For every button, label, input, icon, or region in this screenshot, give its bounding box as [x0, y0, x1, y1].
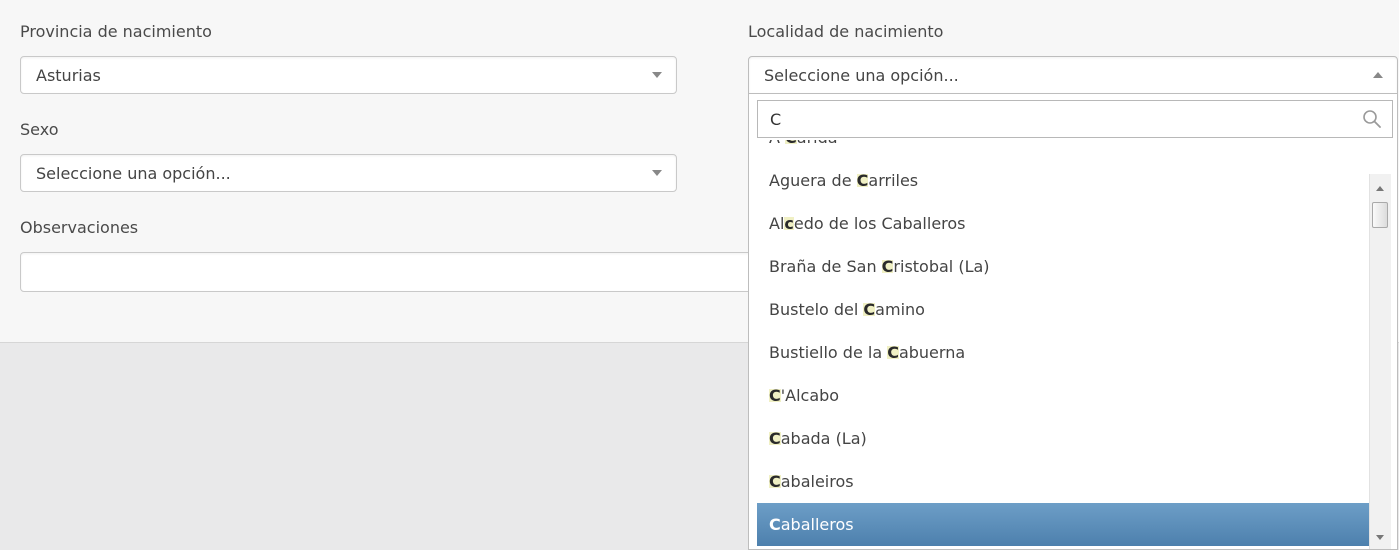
- sexo-label: Sexo: [20, 120, 59, 139]
- list-item-text-before: Bustiello de la: [769, 343, 888, 362]
- list-item-text-after: arriles: [868, 171, 919, 190]
- list-item-text-after: abaleiros: [780, 472, 854, 491]
- results-list-inner: A CaridaAguera de CarrilesAlcedo de los …: [757, 140, 1369, 546]
- list-item-match-highlight: C: [887, 343, 899, 362]
- list-item[interactable]: Bustiello de la Cabuerna: [757, 331, 1369, 374]
- provincia-select[interactable]: Asturias: [20, 56, 677, 94]
- list-item[interactable]: A Carida: [757, 140, 1369, 159]
- list-item-text-after: arida: [797, 140, 838, 147]
- list-item[interactable]: Bustelo del Camino: [757, 288, 1369, 331]
- list-item-match-highlight: C: [881, 257, 894, 276]
- list-item[interactable]: Cabaleiros: [757, 460, 1369, 503]
- observaciones-label: Observaciones: [20, 218, 139, 237]
- list-item-text-before: Bustelo del: [769, 300, 864, 319]
- list-item-text-before: A: [769, 140, 785, 147]
- observaciones-input[interactable]: [20, 252, 760, 292]
- list-item-text-after: edo de los Caballeros: [793, 214, 966, 233]
- list-item-text-after: amino: [875, 300, 925, 319]
- list-item-text-before: Aguera de: [769, 171, 857, 190]
- list-item-match-highlight: C: [863, 300, 876, 319]
- list-item-match-highlight: C: [856, 171, 869, 190]
- list-item[interactable]: Aguera de Carriles: [757, 159, 1369, 202]
- list-item-match-highlight: C: [769, 429, 781, 448]
- localidad-select[interactable]: Seleccione una opción...: [748, 56, 1398, 94]
- scrollbar-thumb[interactable]: [1372, 202, 1388, 228]
- list-item-match-highlight: C: [769, 386, 781, 405]
- chevron-up-icon: [1373, 72, 1383, 78]
- list-item[interactable]: Caballeros: [757, 503, 1369, 546]
- list-item-text-before: Braña de San: [769, 257, 882, 276]
- localidad-select-value: Seleccione una opción...: [764, 66, 959, 85]
- localidad-label: Localidad de nacimiento: [748, 22, 944, 41]
- list-item[interactable]: Cabada (La): [757, 417, 1369, 460]
- chevron-down-icon: [652, 72, 662, 78]
- list-item-text-after: aballeros: [780, 515, 854, 534]
- list-item[interactable]: Alcedo de los Caballeros: [757, 202, 1369, 245]
- results-scrollbar[interactable]: [1369, 174, 1391, 549]
- list-item-match-highlight: C: [769, 515, 781, 534]
- list-item-match-highlight: c: [784, 214, 794, 233]
- list-item-match-highlight: C: [769, 472, 781, 491]
- search-icon: [1363, 110, 1381, 128]
- results-list: A CaridaAguera de CarrilesAlcedo de los …: [757, 140, 1369, 549]
- dropdown-search-input[interactable]: [758, 101, 1348, 137]
- list-item-text-after: abada (La): [780, 429, 867, 448]
- list-item-text-after: abuerna: [898, 343, 966, 362]
- provincia-label: Provincia de nacimiento: [20, 22, 212, 41]
- list-item[interactable]: Braña de San Cristobal (La): [757, 245, 1369, 288]
- scroll-down-arrow-icon[interactable]: [1376, 535, 1384, 540]
- list-item-text-after: 'Alcabo: [780, 386, 840, 405]
- scroll-up-arrow-icon[interactable]: [1376, 186, 1384, 191]
- provincia-select-value: Asturias: [36, 66, 101, 85]
- sexo-select-value: Seleccione una opción...: [36, 164, 231, 183]
- sexo-select[interactable]: Seleccione una opción...: [20, 154, 677, 192]
- list-item[interactable]: C'Alcabo: [757, 374, 1369, 417]
- list-item-match-highlight: C: [785, 140, 797, 147]
- chevron-down-icon: [652, 170, 662, 176]
- list-item-text-after: ristobal (La): [893, 257, 990, 276]
- localidad-dropdown: A CaridaAguera de CarrilesAlcedo de los …: [748, 94, 1398, 550]
- list-item-text-before: Al: [769, 214, 785, 233]
- dropdown-search-box: [757, 100, 1393, 138]
